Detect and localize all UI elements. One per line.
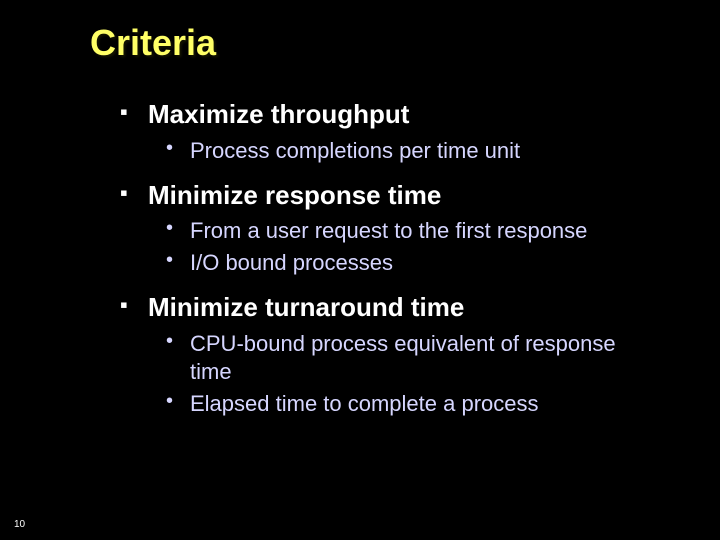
bullet-sub: Elapsed time to complete a process [190, 391, 539, 416]
spacer [90, 169, 720, 179]
slide-container: Criteria Maximize throughput Process com… [0, 0, 720, 540]
bullet-level2: CPU-bound process equivalent of response… [166, 330, 720, 386]
bullet-heading: Maximize throughput [148, 99, 409, 129]
bullet-sub: CPU-bound process equivalent of response… [190, 331, 616, 384]
bullet-level2: I/O bound processes [166, 249, 720, 277]
bullet-sub: From a user request to the first respons… [190, 218, 587, 243]
spacer [90, 281, 720, 291]
bullet-sub: Process completions per time unit [190, 138, 520, 163]
bullet-level1: Maximize throughput [120, 98, 720, 131]
bullet-heading: Minimize turnaround time [148, 292, 464, 322]
bullet-level2: From a user request to the first respons… [166, 217, 720, 245]
bullet-level1: Minimize turnaround time [120, 291, 720, 324]
slide-title: Criteria [90, 22, 720, 64]
bullet-sub: I/O bound processes [190, 250, 393, 275]
page-number: 10 [14, 519, 25, 530]
bullet-level1: Minimize response time [120, 179, 720, 212]
bullet-heading: Minimize response time [148, 180, 441, 210]
bullet-level2: Process completions per time unit [166, 137, 720, 165]
bullet-level2: Elapsed time to complete a process [166, 390, 720, 418]
